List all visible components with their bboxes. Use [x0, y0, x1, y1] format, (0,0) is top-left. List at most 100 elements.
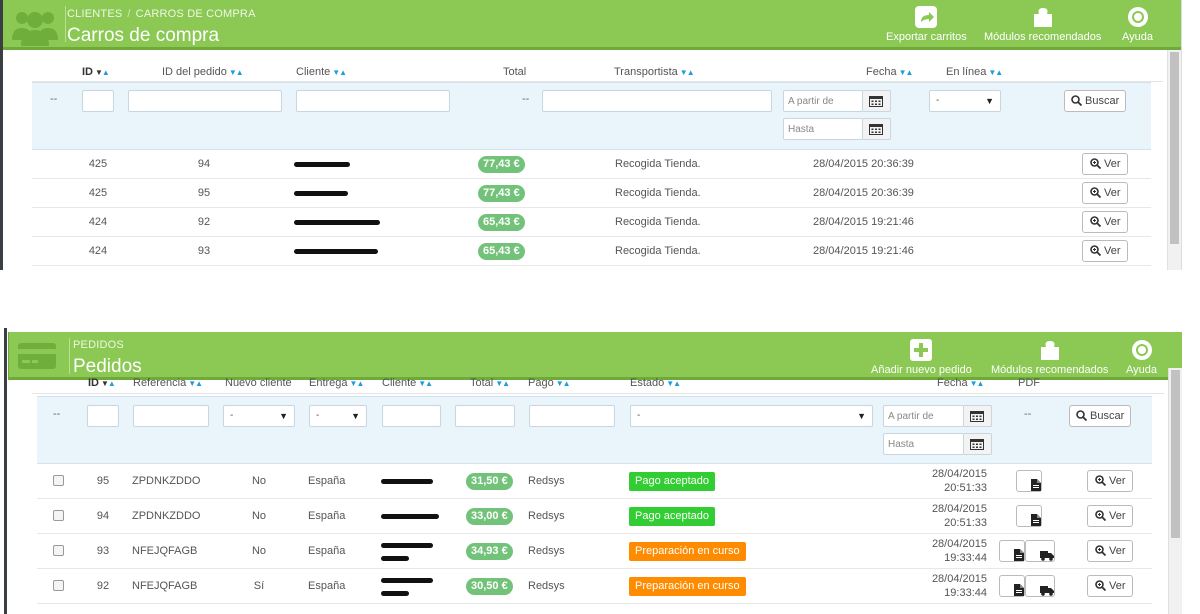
row-checkbox[interactable]: [53, 475, 64, 486]
filter-new-client-select[interactable]: - ▼: [223, 405, 295, 427]
redacted-customer-name: [381, 591, 409, 596]
view-button[interactable]: Ver: [1082, 211, 1128, 233]
filter-customer-input[interactable]: [296, 90, 450, 112]
col-reference[interactable]: Referencia ▼▲: [133, 377, 203, 389]
breadcrumb-item[interactable]: PEDIDOS: [73, 339, 124, 351]
view-button[interactable]: Ver: [1082, 240, 1128, 262]
filter-delivery-select[interactable]: - ▼: [309, 405, 367, 427]
filter-id-input[interactable]: [87, 405, 119, 427]
sort-arrows-icon[interactable]: ▼▲: [332, 68, 347, 77]
calendar-icon[interactable]: [863, 118, 891, 140]
view-button[interactable]: Ver: [1087, 575, 1133, 597]
col-date-label: Fecha: [937, 377, 968, 389]
filter-date-from-input[interactable]: A partir de: [783, 90, 863, 112]
col-order-id[interactable]: ID del pedido ▼▲: [162, 66, 244, 78]
order-time: 20:51:33: [944, 517, 987, 529]
breadcrumb-item[interactable]: CARROS DE COMPRA: [136, 8, 256, 20]
filter-status-select[interactable]: - ▼: [630, 405, 873, 427]
recommended-modules-button[interactable]: Módulos recomendados: [991, 339, 1108, 376]
filter-total-input[interactable]: [455, 405, 515, 427]
delivery-slip-button[interactable]: [1025, 540, 1055, 562]
new-client-flag: No: [251, 475, 267, 487]
table-row[interactable]: 425 95 77,43 € Recogida Tienda. 28/04/2015 2…: [32, 179, 1151, 208]
sort-arrows-icon[interactable]: ▼▲: [101, 379, 116, 388]
col-carrier[interactable]: Transportista ▼▲: [614, 66, 695, 78]
invoice-pdf-button[interactable]: [1016, 505, 1042, 527]
sort-arrows-icon[interactable]: ▼▲: [556, 379, 571, 388]
delivery-country: España: [308, 545, 346, 557]
add-order-button[interactable]: Añadir nuevo pedido: [871, 339, 972, 376]
filter-id-input[interactable]: [82, 90, 114, 112]
sort-arrows-icon[interactable]: ▼▲: [188, 379, 203, 388]
table-row[interactable]: 424 92 65,43 € Recogida Tienda. 28/04/2015 1…: [32, 208, 1151, 237]
scrollbar-thumb[interactable]: [1170, 52, 1179, 244]
view-button[interactable]: Ver: [1082, 182, 1128, 204]
calendar-icon[interactable]: [964, 405, 992, 427]
sort-arrows-icon[interactable]: ▼▲: [666, 379, 681, 388]
zoom-in-icon: [1095, 510, 1106, 521]
col-id[interactable]: ID ▼▲: [82, 66, 110, 78]
view-button[interactable]: Ver: [1082, 153, 1128, 175]
col-payment[interactable]: Pago ▼▲: [528, 377, 571, 389]
breadcrumb-item[interactable]: CLIENTES: [67, 8, 122, 20]
col-customer[interactable]: Cliente ▼▲: [382, 377, 433, 389]
filter-date-from-input[interactable]: A partir de: [883, 405, 964, 427]
table-row[interactable]: 424 93 65,43 € Recogida Tienda. 28/04/2015 1…: [32, 237, 1151, 266]
filter-customer-input[interactable]: [382, 405, 441, 427]
sort-arrows-icon[interactable]: ▼▲: [95, 68, 110, 77]
col-delivery[interactable]: Entrega ▼▲: [309, 377, 365, 389]
col-date[interactable]: Fecha ▼▲: [866, 66, 914, 78]
sort-arrows-icon[interactable]: ▼▲: [970, 379, 985, 388]
calendar-icon[interactable]: [863, 90, 891, 112]
table-row[interactable]: 93 NFEJQFAGB No España 34,93 € Redsys Preparac…: [37, 534, 1152, 569]
col-customer[interactable]: Cliente ▼▲: [296, 66, 347, 78]
recommended-modules-button[interactable]: Módulos recomendados: [984, 6, 1101, 43]
invoice-pdf-button[interactable]: [1016, 470, 1042, 492]
sort-arrows-icon[interactable]: ▼▲: [229, 68, 244, 77]
sort-arrows-icon[interactable]: ▼▲: [418, 379, 433, 388]
filter-date-to-input[interactable]: Hasta: [783, 118, 863, 140]
table-row[interactable]: 92 NFEJQFAGB Sí España 30,50 € Redsys Preparac…: [37, 569, 1152, 604]
filter-order-id-input[interactable]: [128, 90, 282, 112]
scrollbar-thumb[interactable]: [1171, 370, 1180, 538]
filter-online-select[interactable]: - ▼: [929, 90, 1001, 112]
col-status[interactable]: Estado ▼▲: [630, 377, 681, 389]
scrollbar[interactable]: [1168, 368, 1182, 614]
filter-date-to-input[interactable]: Hasta: [883, 433, 964, 455]
sort-arrows-icon[interactable]: ▼▲: [680, 68, 695, 77]
export-carts-button[interactable]: Exportar carritos: [886, 6, 967, 43]
col-online[interactable]: En línea ▼▲: [946, 66, 1003, 78]
delivery-slip-button[interactable]: [1025, 575, 1055, 597]
sort-arrows-icon[interactable]: ▼▲: [350, 379, 365, 388]
sort-arrows-icon[interactable]: ▼▲: [988, 68, 1003, 77]
order-id: 92: [96, 580, 110, 592]
search-button[interactable]: Buscar: [1064, 90, 1127, 112]
filter-payment-input[interactable]: [529, 405, 615, 427]
table-row[interactable]: 425 94 77,43 € Recogida Tienda. 28/04/2015 2…: [32, 150, 1151, 179]
view-button[interactable]: Ver: [1087, 505, 1133, 527]
lifebuoy-icon: [1131, 340, 1152, 360]
help-button[interactable]: Ayuda: [1126, 339, 1157, 376]
sort-arrows-icon[interactable]: ▼▲: [495, 379, 510, 388]
sort-arrows-icon[interactable]: ▼▲: [899, 68, 914, 77]
table-row[interactable]: 94 ZPDNKZDDO No España 33,00 € Redsys Pago ace…: [37, 499, 1152, 534]
filter-carrier-input[interactable]: [542, 90, 772, 112]
help-button[interactable]: Ayuda: [1122, 6, 1153, 43]
row-checkbox[interactable]: [53, 545, 64, 556]
row-checkbox[interactable]: [53, 510, 64, 521]
col-date[interactable]: Fecha ▼▲: [937, 377, 985, 389]
col-total[interactable]: Total ▼▲: [470, 377, 510, 389]
view-button[interactable]: Ver: [1087, 470, 1133, 492]
view-button[interactable]: Ver: [1087, 540, 1133, 562]
row-checkbox[interactable]: [53, 580, 64, 591]
calendar-icon[interactable]: [964, 433, 992, 455]
search-button[interactable]: Buscar: [1069, 405, 1132, 427]
scrollbar[interactable]: [1167, 50, 1181, 270]
filter-reference-input[interactable]: [133, 405, 209, 427]
redacted-customer-name: [381, 479, 433, 484]
invoice-pdf-button[interactable]: [999, 575, 1025, 597]
table-row[interactable]: 95 ZPDNKZDDO No España 31,50 € Redsys Pago ace…: [37, 464, 1152, 499]
col-id[interactable]: ID ▼▲: [88, 377, 116, 389]
zoom-in-icon: [1090, 245, 1101, 256]
invoice-pdf-button[interactable]: [999, 540, 1025, 562]
